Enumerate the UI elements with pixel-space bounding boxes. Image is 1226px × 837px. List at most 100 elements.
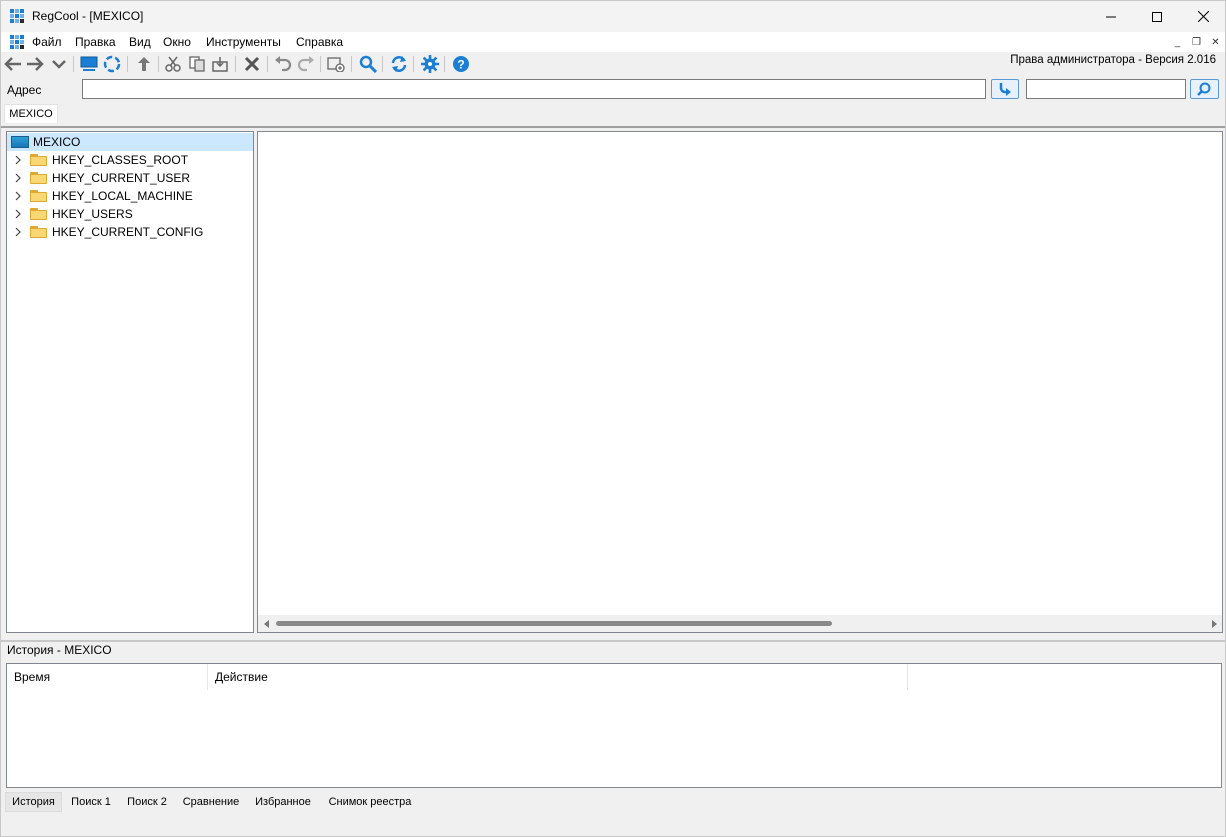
toolbar-separator [235,56,236,72]
tree-item-label: HKEY_CLASSES_ROOT [52,153,189,167]
settings-icon [421,55,439,73]
refresh-button[interactable] [389,54,409,74]
toolbar-separator [267,56,268,72]
menu-window[interactable]: Окно [163,35,191,49]
column-header-empty[interactable] [908,664,1221,690]
up-button[interactable] [134,54,154,74]
scroll-right-icon [1211,619,1217,628]
copy-button[interactable] [187,54,207,74]
history-table[interactable]: Время Действие [6,663,1222,788]
network-icon [103,55,121,73]
tree-item-hkey-current-user[interactable]: HKEY_CURRENT_USER [7,169,253,187]
mdi-close-icon: ✕ [1211,36,1220,48]
menu-edit[interactable]: Правка [75,35,116,49]
minimize-button[interactable] [1088,1,1134,32]
tab-favorites[interactable]: Избранное [249,792,317,812]
chevron-right-icon[interactable] [12,172,24,184]
address-input[interactable] [82,79,986,99]
tree-item-label: HKEY_CURRENT_CONFIG [52,225,204,239]
network-registry-button[interactable] [102,54,122,74]
maximize-icon [1152,11,1162,22]
tab-compare[interactable]: Сравнение [177,792,245,812]
tab-search-1[interactable]: Поиск 1 [65,792,117,812]
forward-button[interactable] [25,54,45,74]
horizontal-scrollbar[interactable] [258,615,1222,632]
column-header-action[interactable]: Действие [208,664,908,690]
tab-search-2[interactable]: Поиск 2 [121,792,173,812]
tree-item-label: HKEY_LOCAL_MACHINE [52,189,193,203]
scroll-left-icon [263,619,269,628]
mdi-close-button[interactable]: ✕ [1207,34,1224,50]
tree-root-computer[interactable]: MEXICO [7,133,253,151]
toolbar-separator [413,56,414,72]
quick-search-input[interactable] [1026,79,1186,99]
delete-icon [244,56,260,72]
help-icon: ? [453,56,469,72]
delete-button[interactable] [242,54,262,74]
mdi-restore-icon: ❐ [1192,36,1201,48]
maximize-button[interactable] [1134,1,1180,32]
menu-view[interactable]: Вид [129,35,151,49]
export-button[interactable] [210,54,230,74]
svg-text:?: ? [457,58,464,72]
chevron-right-icon[interactable] [12,226,24,238]
toolbar-separator [351,56,352,72]
redo-icon [297,56,314,72]
cut-icon [165,56,181,72]
chevron-right-icon[interactable] [12,208,24,220]
folder-icon [30,154,47,166]
tab-history[interactable]: История [5,792,62,812]
column-header-time[interactable]: Время [7,664,208,690]
settings-button[interactable] [420,54,440,74]
tree-item-hkey-current-config[interactable]: HKEY_CURRENT_CONFIG [7,223,253,241]
menu-tools[interactable]: Инструменты [206,35,281,49]
undo-icon [275,56,292,72]
history-splitter[interactable] [1,640,1225,642]
toolbar-separator [382,56,383,72]
mdi-restore-button[interactable]: ❐ [1188,34,1205,50]
chevron-right-icon[interactable] [12,190,24,202]
address-label: Адрес [7,83,42,97]
menu-bar: Файл Правка Вид Окно Инструменты Справка… [1,32,1225,52]
copy-icon [189,56,205,72]
chevron-right-icon[interactable] [12,154,24,166]
redo-button[interactable] [296,54,316,74]
tab-mexico[interactable]: MEXICO [4,104,58,123]
mdi-minimize-button[interactable]: _ [1169,34,1186,50]
back-button[interactable] [3,54,23,74]
admin-version-status: Права администратора - Версия 2.016 [1010,54,1216,66]
search-icon [359,55,377,73]
dropdown-icon [52,60,66,69]
mdi-app-icon[interactable] [10,35,24,49]
toolbar-separator [444,56,445,72]
close-button[interactable] [1180,1,1226,32]
tree-item-label: HKEY_USERS [52,207,133,221]
history-dropdown-button[interactable] [49,54,69,74]
scroll-left-button[interactable] [258,615,275,632]
menu-help[interactable]: Справка [296,35,343,49]
cut-button[interactable] [163,54,183,74]
menu-file[interactable]: Файл [32,35,62,49]
up-icon [138,57,150,71]
search-button[interactable] [358,54,378,74]
quick-search-button[interactable] [1190,79,1219,99]
tree-item-hkey-users[interactable]: HKEY_USERS [7,205,253,223]
toolbar-separator [320,56,321,72]
local-computer-button[interactable] [79,54,99,74]
tab-registry-snapshot[interactable]: Снимок реестра [323,792,417,812]
back-icon [4,57,21,71]
new-key-button[interactable] [326,54,346,74]
values-list[interactable] [257,131,1223,633]
close-icon [1197,11,1209,22]
registry-tree[interactable]: MEXICO HKEY_CLASSES_ROOT HKEY_CURRENT_US… [6,131,254,633]
scrollbar-thumb[interactable] [276,621,832,626]
folder-icon [30,172,47,184]
tree-item-hkey-classes-root[interactable]: HKEY_CLASSES_ROOT [7,151,253,169]
scroll-right-button[interactable] [1205,615,1222,632]
tree-item-hkey-local-machine[interactable]: HKEY_LOCAL_MACHINE [7,187,253,205]
go-to-address-button[interactable] [991,79,1019,99]
app-window: RegCool - [MEXICO] Файл Правка Вид Окно … [0,0,1226,837]
computer-icon [11,136,29,148]
undo-button[interactable] [273,54,293,74]
help-button[interactable]: ? [451,54,471,74]
